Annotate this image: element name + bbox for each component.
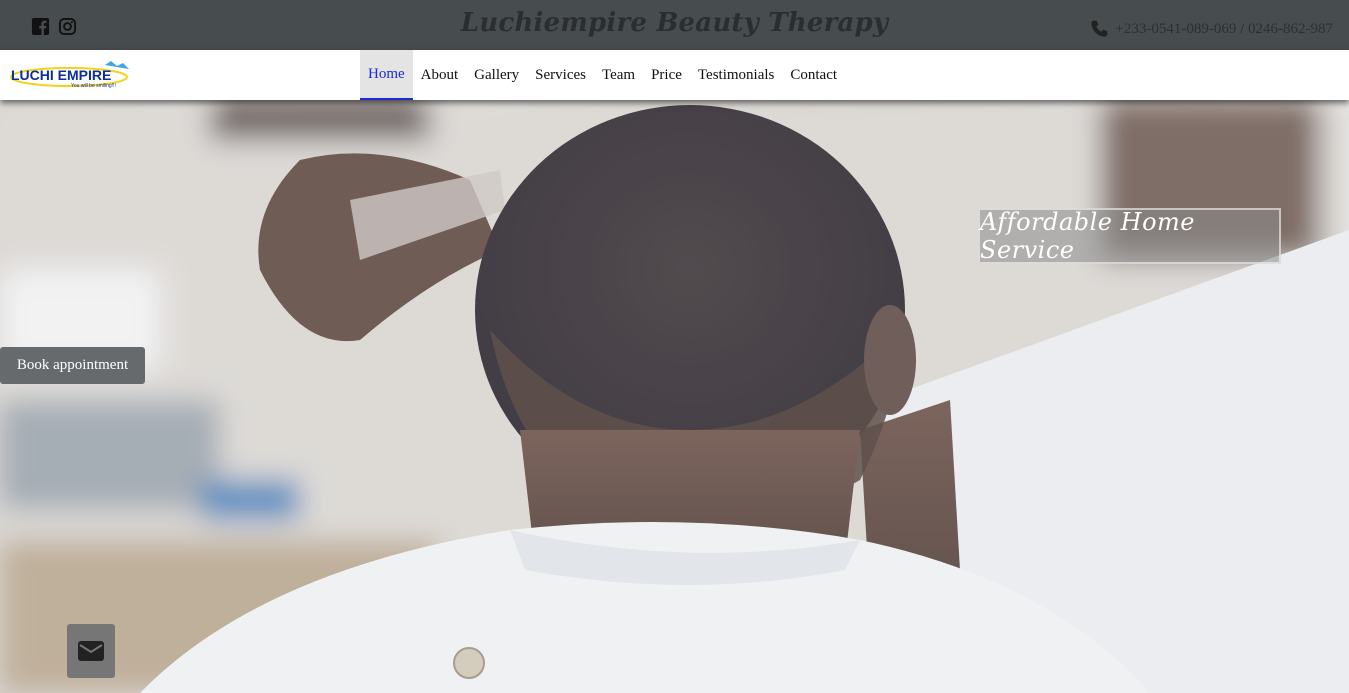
phone-icon (1091, 20, 1108, 37)
svg-text:LUCHI EMPIRE: LUCHI EMPIRE (11, 67, 111, 83)
hero-background-image (0, 100, 1349, 693)
mail-button[interactable] (67, 624, 115, 678)
phone-number: +233-0541-089-069 / 0246-862-987 (1115, 20, 1333, 37)
nav-services[interactable]: Services (527, 50, 594, 100)
nav-contact[interactable]: Contact (782, 50, 845, 100)
nav-team[interactable]: Team (594, 50, 643, 100)
brand-logo[interactable]: LUCHI EMPIRE You will be smiling!!! (9, 61, 141, 89)
top-bar: Luchiempire Beauty Therapy +233-0541-089… (0, 0, 1349, 50)
nav-gallery[interactable]: Gallery (466, 50, 527, 100)
envelope-icon (78, 641, 104, 661)
book-appointment-button[interactable]: Book appointment (0, 347, 145, 384)
nav-price[interactable]: Price (643, 50, 690, 100)
main-nav: Home About Gallery Services Team Price T… (360, 50, 845, 100)
hero-section: Affordable Home Service Book appointment (0, 100, 1349, 693)
nav-home[interactable]: Home (360, 50, 413, 100)
phone-contact[interactable]: +233-0541-089-069 / 0246-862-987 (1089, 19, 1333, 39)
nav-about[interactable]: About (413, 50, 467, 100)
navbar: LUCHI EMPIRE You will be smiling!!! Home… (0, 50, 1349, 100)
svg-text:You will be smiling!!!: You will be smiling!!! (71, 83, 116, 89)
nav-testimonials[interactable]: Testimonials (690, 50, 782, 100)
hero-tagline: Affordable Home Service (978, 208, 1281, 264)
